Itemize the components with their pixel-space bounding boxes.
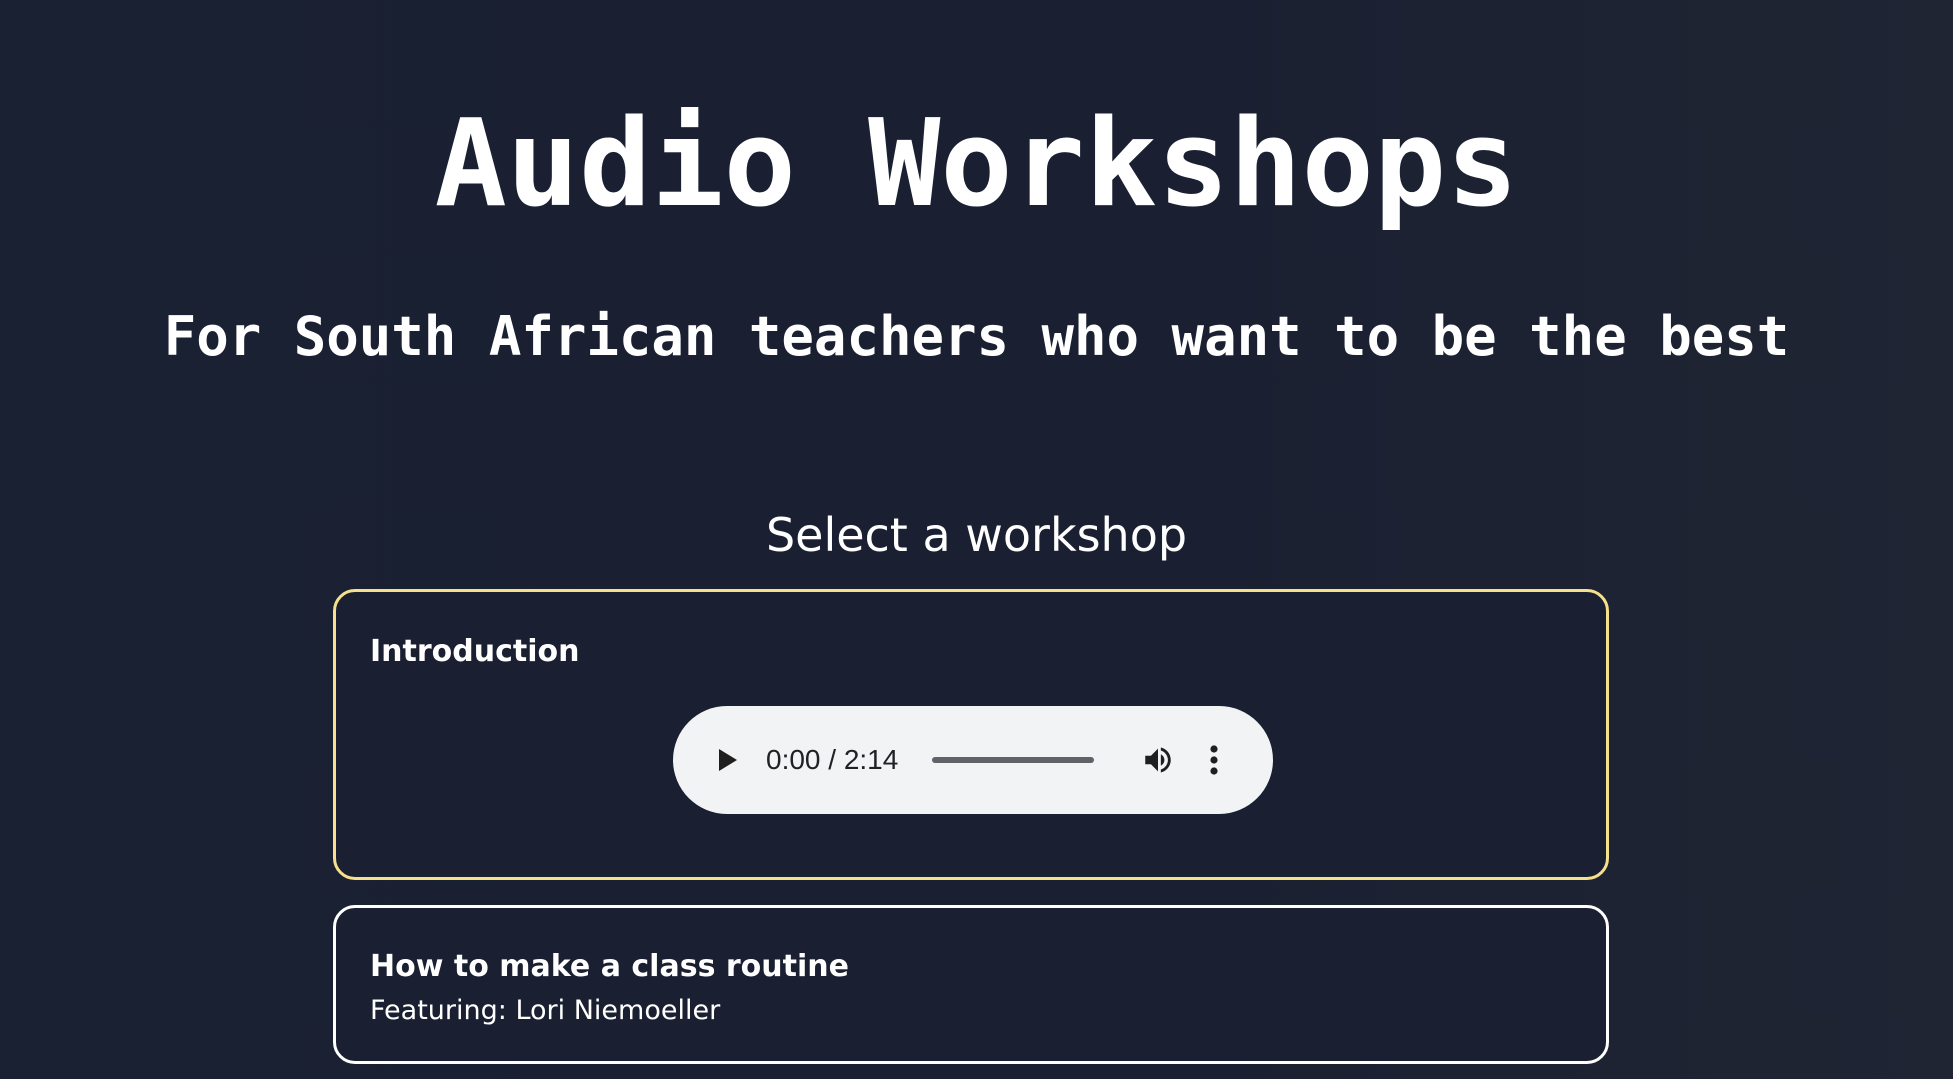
workshop-title: Introduction	[370, 634, 580, 669]
volume-button[interactable]	[1141, 743, 1175, 777]
workshop-featuring: Featuring: Lori Niemoeller	[370, 995, 721, 1026]
page-subtitle: For South African teachers who want to b…	[163, 305, 1790, 368]
volume-icon	[1145, 747, 1171, 773]
time-display: 0:00 / 2:14	[766, 744, 899, 775]
play-icon	[719, 749, 737, 771]
workshop-section-heading: Select a workshop	[765, 508, 1188, 562]
workshop-card-class-routine[interactable]: How to make a class routine Featuring: L…	[333, 905, 1609, 1064]
workshop-title: How to make a class routine	[370, 949, 849, 984]
audio-player: 0:00 / 2:14	[673, 706, 1273, 814]
workshop-card-introduction[interactable]: Introduction 0:00 / 2:14	[333, 589, 1609, 880]
seek-bar[interactable]	[932, 757, 1094, 763]
play-button[interactable]	[711, 744, 743, 776]
page-title: Audio Workshops	[434, 95, 1519, 234]
more-options-button[interactable]	[1206, 742, 1222, 778]
more-vertical-icon	[1210, 745, 1218, 775]
